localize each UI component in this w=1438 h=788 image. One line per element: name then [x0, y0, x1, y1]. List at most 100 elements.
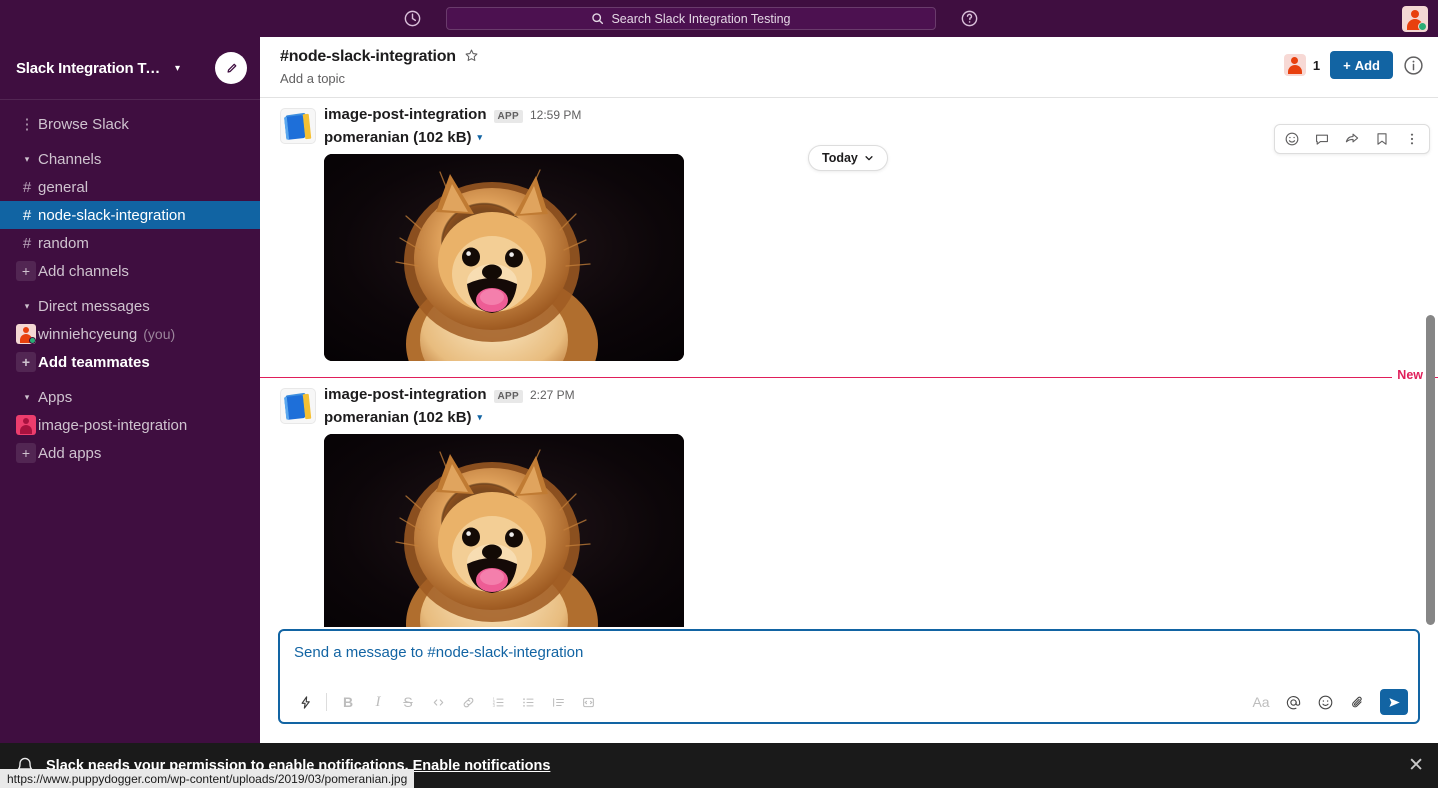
slack-app-window: Search Slack Integration Testing Slack I… — [0, 0, 1438, 788]
sidebar-item-add-channels[interactable]: + Add channels — [0, 257, 260, 285]
ordered-list-icon[interactable]: 1 2 3 — [483, 688, 513, 716]
page-title[interactable]: #node-slack-integration — [280, 48, 456, 66]
workspace-header[interactable]: Slack Integration Testi... ▾ — [0, 37, 260, 100]
top-bar: Search Slack Integration Testing — [0, 0, 1438, 37]
attach-file-icon[interactable] — [1342, 688, 1372, 716]
hash-icon: # — [22, 206, 32, 224]
message-timestamp[interactable]: 2:27 PM — [530, 388, 575, 402]
file-name[interactable]: pomeranian (102 kB) — [324, 409, 472, 426]
sidebar: Slack Integration Testi... ▾ ⋮ Browse Sl… — [0, 37, 260, 788]
message-image-pomeranian[interactable] — [324, 434, 684, 627]
date-divider-today[interactable]: Today — [808, 145, 888, 171]
sidebar-section-channels[interactable]: ▾ Channels — [0, 145, 260, 173]
search-placeholder-text: Search Slack Integration Testing — [611, 11, 791, 26]
pomeranian-photo — [324, 154, 684, 361]
app-avatar-icon[interactable] — [280, 388, 316, 424]
compose-pencil-icon[interactable] — [215, 52, 247, 84]
clock-icon[interactable] — [403, 9, 422, 28]
shortcuts-lightning-icon[interactable] — [290, 688, 320, 716]
add-button-label: Add — [1354, 57, 1380, 73]
plus-icon: + — [16, 261, 36, 281]
bold-icon[interactable]: B — [333, 688, 363, 716]
message-composer: Send a message to #node-slack-integratio… — [278, 629, 1420, 724]
sidebar-item-label: Add teammates — [38, 353, 150, 371]
italic-icon[interactable]: I — [363, 688, 393, 716]
hash-icon: # — [22, 234, 32, 252]
link-icon[interactable] — [453, 688, 483, 716]
sidebar-item-label: winniehcyeung — [38, 325, 138, 343]
message-body: image-post-integration APP 12:59 PM pome… — [324, 106, 1438, 361]
enable-notifications-link[interactable]: Enable notifications — [413, 758, 551, 774]
app-avatar-icon[interactable] — [280, 108, 316, 144]
sidebar-item-browse-slack[interactable]: ⋮ Browse Slack — [0, 110, 260, 138]
formatting-aa-icon[interactable]: Aa — [1246, 688, 1276, 716]
member-count: 1 — [1312, 57, 1321, 73]
search-icon — [592, 13, 604, 25]
plus-icon: + — [16, 352, 36, 372]
reply-in-thread-icon[interactable] — [1309, 127, 1335, 151]
sidebar-item-label: Add channels — [38, 262, 129, 280]
code-block-icon[interactable] — [573, 688, 603, 716]
add-button[interactable]: + Add — [1330, 51, 1393, 79]
emoji-icon[interactable] — [1310, 688, 1340, 716]
message-input[interactable]: Send a message to #node-slack-integratio… — [280, 631, 1418, 661]
main-panel: #node-slack-integration Add a topic 1 + — [260, 37, 1438, 788]
composer-toolbar: B I S 1 2 3 Aa — [280, 682, 1418, 722]
sidebar-item-general[interactable]: # general — [0, 173, 260, 201]
sidebar-item-node-slack-integration[interactable]: # node-slack-integration — [0, 201, 260, 229]
star-outline-icon[interactable] — [464, 48, 479, 66]
sidebar-item-random[interactable]: # random — [0, 229, 260, 257]
you-label: (you) — [143, 326, 176, 342]
pomeranian-photo — [324, 434, 684, 627]
help-circle-icon[interactable] — [960, 9, 979, 28]
message-list[interactable]: Today image-post-integration APP 12:59 P… — [260, 98, 1438, 627]
sidebar-item-add-apps[interactable]: + Add apps — [0, 439, 260, 467]
search-input[interactable]: Search Slack Integration Testing — [446, 7, 936, 30]
sidebar-item-label: image-post-integration — [38, 416, 188, 434]
message-list-scrollbar[interactable] — [1426, 315, 1435, 625]
member-count-button[interactable]: 1 — [1283, 54, 1321, 76]
close-icon[interactable]: ✕ — [1408, 756, 1424, 775]
message-timestamp[interactable]: 12:59 PM — [530, 108, 581, 122]
avatar-head — [1411, 10, 1419, 18]
sidebar-item-add-teammates[interactable]: + Add teammates — [0, 348, 260, 376]
save-message-icon[interactable] — [1369, 127, 1395, 151]
file-name-row: pomeranian (102 kB) ▾ — [324, 129, 1438, 146]
chevron-down-icon[interactable]: ▾ — [478, 132, 483, 143]
channel-header: #node-slack-integration Add a topic 1 + — [260, 37, 1438, 98]
sidebar-section-direct-messages[interactable]: ▾ Direct messages — [0, 292, 260, 320]
more-vertical-icon: ⋮ — [19, 116, 35, 133]
plus-icon: + — [16, 443, 36, 463]
sidebar-item-label: random — [38, 234, 89, 252]
sidebar-item-label: node-slack-integration — [38, 206, 186, 224]
add-reaction-icon[interactable] — [1279, 127, 1305, 151]
blockquote-icon[interactable] — [543, 688, 573, 716]
sidebar-item-image-post-integration[interactable]: image-post-integration — [0, 411, 260, 439]
app-avatar-icon — [16, 415, 36, 435]
code-icon[interactable] — [423, 688, 453, 716]
browser-status-url: https://www.puppydogger.com/wp-content/u… — [0, 769, 415, 788]
sidebar-item-winniehcyeung[interactable]: winniehcyeung (you) — [0, 320, 260, 348]
channel-topic[interactable]: Add a topic — [280, 71, 1438, 86]
strikethrough-icon[interactable]: S — [393, 688, 423, 716]
user-avatar-icon — [16, 324, 36, 344]
chevron-down-icon[interactable]: ▾ — [478, 412, 483, 423]
channel-header-actions: 1 + Add — [1283, 51, 1424, 79]
message-image-pomeranian[interactable] — [324, 154, 684, 361]
message-item: image-post-integration APP 2:27 PM pomer… — [260, 378, 1438, 627]
sidebar-item-label: general — [38, 178, 89, 196]
info-circle-icon[interactable] — [1403, 55, 1424, 76]
section-label: Direct messages — [38, 297, 150, 315]
more-actions-icon[interactable] — [1399, 127, 1425, 151]
file-name[interactable]: pomeranian (102 kB) — [324, 129, 472, 146]
channel-title-row: #node-slack-integration — [280, 48, 1438, 66]
mention-icon[interactable] — [1278, 688, 1308, 716]
share-message-icon[interactable] — [1339, 127, 1365, 151]
bulleted-list-icon[interactable] — [513, 688, 543, 716]
sidebar-section-apps[interactable]: ▾ Apps — [0, 383, 260, 411]
message-author[interactable]: image-post-integration — [324, 106, 487, 123]
message-author[interactable]: image-post-integration — [324, 386, 487, 403]
user-avatar[interactable] — [1402, 6, 1428, 32]
online-status-dot — [1418, 22, 1427, 31]
send-button[interactable] — [1380, 689, 1408, 715]
